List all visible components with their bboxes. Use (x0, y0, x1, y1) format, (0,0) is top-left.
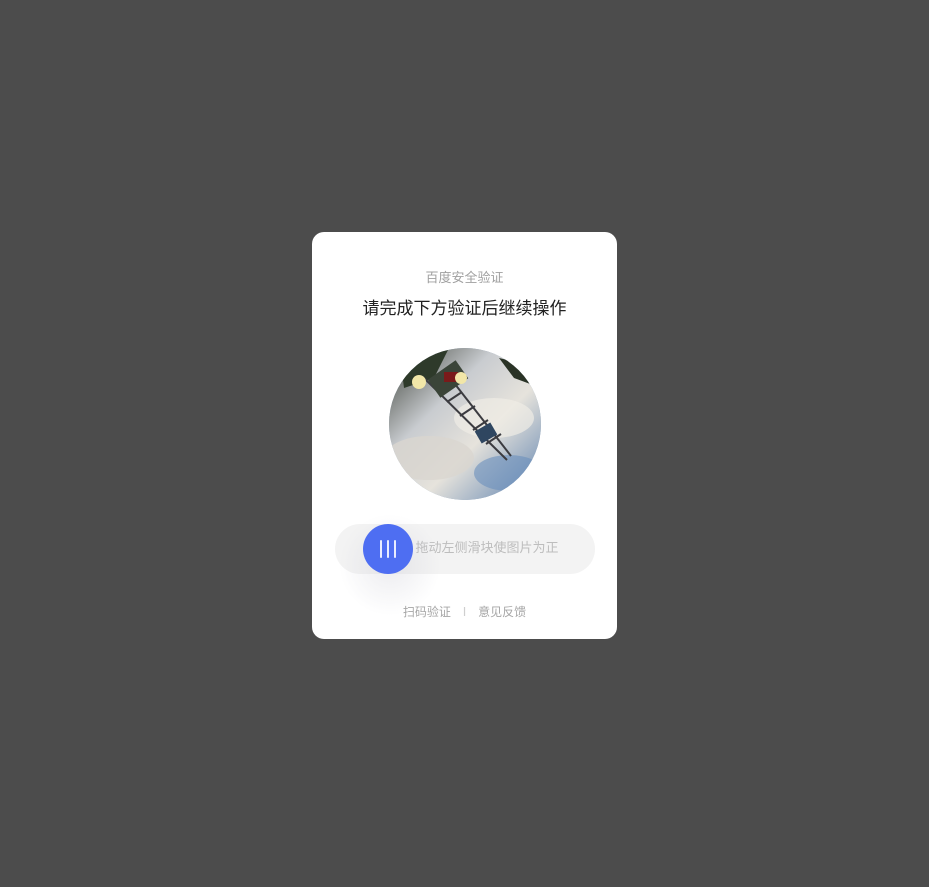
dialog-footer: 扫码验证 I 意见反馈 (312, 604, 617, 620)
feedback-link[interactable]: 意见反馈 (478, 605, 526, 619)
rotation-slider-track[interactable]: 拖动左侧滑块使图片为正 (335, 510, 595, 620)
rotated-photo (389, 348, 541, 500)
rotation-captcha-image (389, 348, 541, 500)
verification-dialog: 百度安全验证 请完成下方验证后继续操作 拖动左侧滑块使图片为正 扫码验证 I 意… (312, 232, 617, 639)
scan-verify-link[interactable]: 扫码验证 (403, 605, 451, 619)
drag-handle-bar (380, 540, 382, 558)
drag-handle-bar (394, 540, 396, 558)
dialog-headline: 请完成下方验证后继续操作 (362, 299, 567, 319)
drag-handle-bar (387, 540, 389, 558)
slider-knob[interactable] (363, 524, 413, 574)
dialog-brand: 百度安全验证 (425, 271, 504, 286)
footer-separator: I (462, 605, 467, 619)
